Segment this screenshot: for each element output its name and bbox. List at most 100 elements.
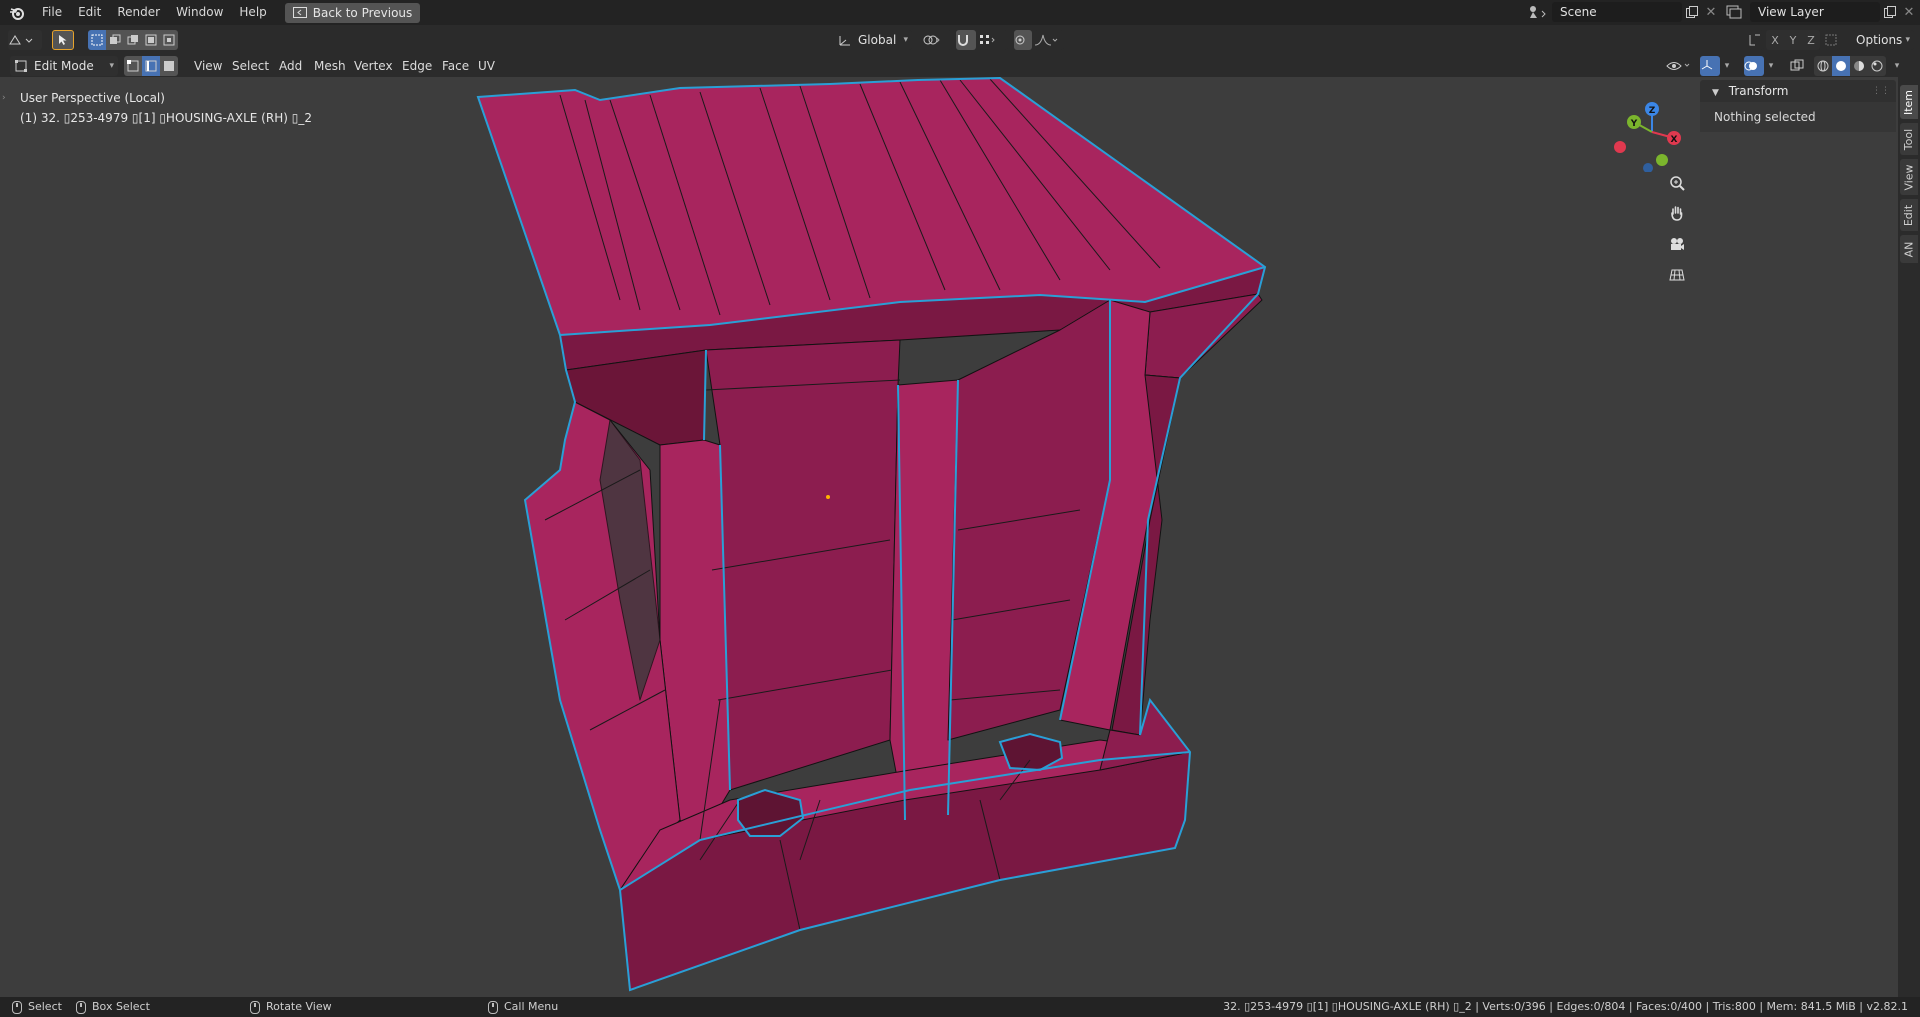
menu-edit[interactable]: Edit [70, 0, 109, 25]
gizmo-options-chevron-icon[interactable]: ▾ [1720, 56, 1734, 76]
menu-render[interactable]: Render [109, 0, 168, 25]
shading-mode-group [1814, 56, 1886, 76]
gizmo-x-label: X [1671, 135, 1678, 145]
mirror-y-toggle[interactable]: Y [1784, 30, 1802, 50]
options-dropdown[interactable]: Options ▾ [1852, 30, 1914, 50]
rendered-shading-icon[interactable] [1868, 56, 1886, 76]
status-rotate-hint: Rotate View [250, 997, 332, 1017]
mesh-housing-axle[interactable] [0, 77, 1898, 997]
delete-view-layer-icon[interactable]: ✕ [1900, 2, 1918, 22]
mirror-x-toggle[interactable]: X [1766, 30, 1784, 50]
chevron-down-icon: ▾ [109, 61, 114, 71]
status-box-select-hint: Box Select [76, 997, 150, 1017]
mouse-middle-icon [250, 1000, 260, 1014]
blender-logo-icon[interactable] [0, 0, 34, 25]
transform-orientation-dropdown[interactable]: Global ▾ [836, 30, 912, 50]
sidebar-properties-panel: ▼ Transform ⋮⋮ Nothing selected [1700, 80, 1896, 140]
vertex-select-icon[interactable] [124, 56, 142, 76]
mode-dropdown[interactable]: Edit Mode ▾ [10, 56, 118, 76]
mirror-z-toggle[interactable]: Z [1802, 30, 1820, 50]
drag-handle-icon[interactable]: ⋮⋮ [1872, 80, 1890, 102]
solid-shading-icon[interactable] [1832, 56, 1850, 76]
gizmo-toggle[interactable] [1700, 56, 1720, 76]
proportional-edit-icon [1015, 35, 1025, 45]
new-view-layer-icon[interactable] [1880, 2, 1900, 22]
menu-file[interactable]: File [34, 0, 70, 25]
header-menu-view[interactable]: View [190, 56, 226, 76]
object-info-label: (1) 32. ▯253-4979 ▯[1] ▯HOUSING-AXLE (RH… [20, 111, 312, 125]
view-layer-selector[interactable]: View Layer ✕ [1722, 2, 1918, 22]
select-subtract-icon[interactable] [124, 30, 142, 50]
pivot-point-icon [923, 35, 940, 45]
editor-type-dropdown[interactable] [8, 30, 42, 50]
header-menu-edge[interactable]: Edge [398, 56, 436, 76]
view-layer-name-field[interactable]: View Layer [1750, 2, 1880, 22]
mirror-axes-group: X Y Z [1766, 30, 1820, 50]
mouse-right-icon [488, 1000, 498, 1014]
select-invert-icon[interactable] [142, 30, 160, 50]
magnet-icon [958, 35, 968, 46]
scene-selector[interactable]: Scene ✕ [1524, 2, 1720, 22]
tab-an[interactable]: AN [1900, 235, 1918, 263]
tab-item[interactable]: Item [1900, 85, 1918, 119]
tab-view[interactable]: View [1900, 159, 1918, 195]
header-menu-add[interactable]: Add [275, 56, 306, 76]
transform-panel-title: Transform [1728, 84, 1789, 98]
select-extend-icon[interactable] [106, 30, 124, 50]
top-menu-bar: File Edit Render Window Help Back to Pre… [0, 0, 1920, 25]
zoom-icon[interactable] [1662, 168, 1692, 198]
wireframe-shading-icon[interactable] [1814, 56, 1832, 76]
xray-toggle[interactable] [1790, 56, 1810, 76]
header-menu-vertex[interactable]: Vertex [350, 56, 397, 76]
overlays-icon [1744, 61, 1757, 71]
toolbar-expand-icon[interactable]: › [2, 93, 6, 103]
material-shading-icon[interactable] [1850, 56, 1868, 76]
snap-increment-icon [980, 35, 995, 44]
edge-select-icon[interactable] [142, 56, 160, 76]
perspective-toggle-grid-icon[interactable] [1662, 260, 1692, 290]
menu-help[interactable]: Help [231, 0, 274, 25]
shading-options-chevron-icon[interactable]: ▾ [1890, 56, 1904, 76]
face-select-icon[interactable] [160, 56, 178, 76]
mouse-drag-icon [76, 1000, 86, 1014]
snap-toggle[interactable] [956, 30, 976, 50]
header-menu-select[interactable]: Select [228, 56, 273, 76]
tool-header: Global ▾ X Y Z Options ▾ [0, 25, 1920, 56]
tab-edit[interactable]: Edit [1900, 199, 1918, 231]
edit-mode-icon [15, 60, 27, 72]
status-box-select-label: Box Select [92, 1000, 150, 1013]
overlays-toggle[interactable] [1744, 56, 1764, 76]
select-new-icon[interactable] [88, 30, 106, 50]
pivot-point-dropdown[interactable] [922, 30, 952, 50]
delete-scene-icon[interactable]: ✕ [1702, 2, 1720, 22]
new-scene-icon[interactable] [1682, 2, 1702, 22]
overlays-options-chevron-icon[interactable]: ▾ [1764, 56, 1778, 76]
perspective-label: User Perspective (Local) [20, 91, 165, 105]
proportional-falloff-dropdown[interactable] [1034, 30, 1064, 50]
transform-panel-header[interactable]: ▼ Transform ⋮⋮ [1700, 80, 1896, 102]
view-layer-icon[interactable] [1722, 2, 1750, 22]
scene-icon[interactable] [1524, 2, 1552, 22]
mode-value: Edit Mode [34, 59, 94, 73]
snap-element-dropdown[interactable] [978, 30, 1008, 50]
select-intersect-icon[interactable] [160, 30, 178, 50]
camera-view-icon[interactable] [1662, 229, 1692, 259]
active-tool-select[interactable] [52, 30, 74, 50]
eye-icon [1666, 62, 1690, 70]
navigation-gizmo[interactable]: Z Y X [1608, 92, 1688, 172]
topology-mirror-icon[interactable] [1824, 30, 1840, 50]
cursor-tool-icon[interactable] [52, 30, 74, 50]
tab-tool[interactable]: Tool [1900, 123, 1918, 155]
header-menu-face[interactable]: Face [438, 56, 473, 76]
mouse-left-icon [12, 1000, 22, 1014]
scene-name-field[interactable]: Scene [1552, 2, 1682, 22]
visibility-dropdown[interactable] [1666, 56, 1696, 76]
header-menu-uv[interactable]: UV [474, 56, 499, 76]
header-menu-mesh[interactable]: Mesh [310, 56, 350, 76]
back-to-previous-button[interactable]: Back to Previous [284, 2, 421, 23]
mirror-options-icon[interactable] [1748, 30, 1764, 50]
pan-hand-icon[interactable] [1662, 198, 1692, 228]
proportional-edit-toggle[interactable] [1014, 30, 1032, 50]
menu-window[interactable]: Window [168, 0, 231, 25]
3d-viewport[interactable]: Z Y X [0, 77, 1898, 997]
